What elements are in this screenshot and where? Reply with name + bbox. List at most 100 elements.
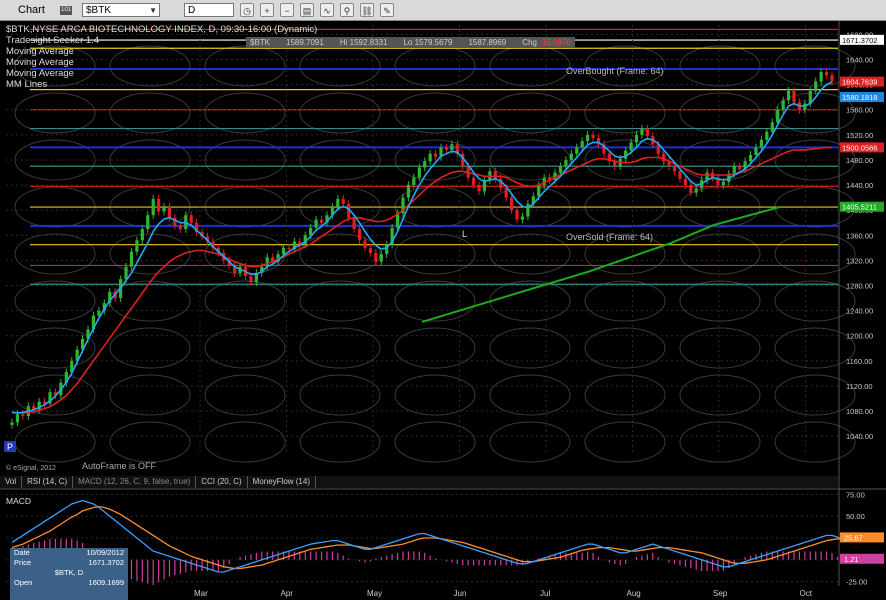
zoom-out-icon[interactable]: − — [280, 3, 294, 17]
pin-icon[interactable]: ⚲ — [340, 3, 354, 17]
chart-type-icon[interactable]: ▤ — [300, 3, 314, 17]
tab-macd[interactable]: MACD (12, 26, C, 9, false, true) — [73, 476, 197, 488]
macd-tick-label: -25.00 — [846, 578, 867, 587]
candle-body — [515, 210, 519, 220]
symbol-value: $BTK — [86, 5, 112, 16]
candle-body — [689, 185, 693, 193]
price-tick-label: 1040.00 — [846, 432, 873, 441]
quote-lo-value: 1579.5679 — [414, 38, 453, 47]
date-tick-label: Jul — [540, 589, 550, 598]
candle-body — [341, 198, 345, 204]
study-ma-1[interactable]: Moving Average — [6, 46, 74, 57]
candle-body — [151, 198, 155, 216]
quote-hi-value: 1592.8331 — [349, 38, 388, 47]
price-marker-label: 1580.1818 — [842, 93, 877, 102]
draw-tool-icon[interactable]: ∿ — [320, 3, 334, 17]
price-tick-label: 1320.00 — [846, 256, 873, 265]
study-ma-2[interactable]: Moving Average — [6, 57, 74, 68]
candle-body — [140, 229, 144, 241]
candle-body — [157, 198, 161, 212]
price-tick-label: 1560.00 — [846, 106, 873, 115]
info-date: 10/09/2012 — [86, 548, 124, 557]
symbol-input[interactable]: $BTK ▼ — [82, 3, 160, 17]
candle-body — [167, 207, 172, 218]
quote-symbol: $BTK — [250, 38, 271, 47]
date-tick-label: May — [367, 589, 382, 598]
candle-body — [178, 225, 182, 230]
indicator-tabs: Vol RSI (14, C) MACD (12, 26, C, 9, fals… — [0, 476, 838, 488]
candle-body — [591, 134, 595, 138]
chart-count-badge: 101 — [60, 5, 72, 15]
macd-value-label: 1.21 — [844, 555, 859, 564]
candle-body — [786, 90, 791, 101]
overbought-label: OverBought (Frame: 64) — [566, 66, 664, 76]
candle-body — [265, 257, 269, 267]
candle-body — [510, 197, 514, 211]
candle-body — [379, 254, 383, 262]
chart-title: $BTK,NYSE ARCA BIOTECHNOLOGY INDEX, D, 0… — [6, 24, 318, 35]
candle-body — [319, 219, 324, 223]
candle-body — [189, 215, 193, 223]
candle-body — [537, 185, 541, 197]
candle-body — [814, 81, 818, 91]
candle-body — [314, 219, 318, 228]
tab-moneyflow[interactable]: MoneyFlow (14) — [248, 476, 316, 488]
candle-body — [124, 266, 128, 280]
quote-lo-label: Lo — [403, 38, 413, 47]
candle-body — [423, 161, 427, 168]
study-mm-lines[interactable]: MM Lines — [6, 79, 47, 90]
candle-body — [776, 109, 780, 123]
price-marker-label: 1500.0566 — [842, 143, 877, 152]
candle-body — [759, 139, 764, 148]
copyright-label: © eSignal, 2012 — [6, 464, 56, 472]
oversold-label: OverSold (Frame: 64) — [566, 232, 653, 242]
info-open: 1609.1699 — [88, 578, 124, 587]
price-tick-label: 1120.00 — [846, 382, 873, 391]
study-seeker[interactable]: Tradesight Seeker 1.4 — [6, 35, 99, 46]
toolbar: Chart 101 $BTK ▼ D ◷ + − ▤ ∿ ⚲ ⛓ ✎ — [0, 0, 886, 21]
candle-body — [672, 166, 677, 172]
price-tick-label: 1360.00 — [846, 231, 873, 240]
candle-body — [824, 72, 829, 76]
candle-body — [450, 144, 454, 150]
candle-body — [428, 153, 432, 162]
info-price: 1671.3702 — [88, 558, 124, 567]
chevron-down-icon[interactable]: ▼ — [149, 4, 157, 18]
price-tick-label: 1200.00 — [846, 332, 873, 341]
candle-body — [493, 171, 497, 179]
pencil-icon[interactable]: ✎ — [380, 3, 394, 17]
tab-vol[interactable]: Vol — [0, 476, 23, 488]
date-tick-label: Mar — [194, 589, 208, 598]
candle-body — [640, 128, 644, 135]
candle-body — [336, 198, 340, 208]
clock-icon[interactable]: ◷ — [240, 3, 254, 17]
study-ma-3[interactable]: Moving Average — [6, 68, 74, 79]
tab-cci[interactable]: CCI (20, C) — [196, 476, 248, 488]
indicator-name: MACD — [6, 496, 31, 506]
candle-body — [754, 147, 758, 155]
chart-area[interactable]: 1040.00 1080.00 1120.00 1160.00 1200.00 1240.… — [0, 21, 886, 600]
macd-value-label: 25.67 — [844, 533, 863, 542]
candle-body — [732, 166, 736, 174]
interval-input[interactable]: D — [184, 3, 234, 17]
candle-body — [417, 167, 421, 178]
candle-body — [444, 147, 449, 150]
zoom-in-icon[interactable]: + — [260, 3, 274, 17]
candle-body — [678, 171, 682, 179]
candle-body — [586, 134, 590, 142]
quote-change: -15.0976 — [539, 38, 571, 47]
price-tick-label: 1160.00 — [846, 357, 873, 366]
candle-body — [721, 181, 725, 186]
tab-rsi[interactable]: RSI (14, C) — [22, 476, 74, 488]
link-icon[interactable]: ⛓ — [360, 3, 374, 17]
candle-body — [368, 247, 373, 253]
candle-body — [830, 75, 834, 82]
candle-body — [748, 154, 753, 162]
candle-body — [634, 134, 639, 143]
candle-body — [520, 216, 525, 220]
price-tick-label: 1520.00 — [846, 131, 873, 140]
window-title: Chart — [18, 4, 45, 16]
candle-body — [569, 153, 573, 160]
candle-body — [406, 185, 411, 198]
price-tick-label: 1240.00 — [846, 307, 873, 316]
